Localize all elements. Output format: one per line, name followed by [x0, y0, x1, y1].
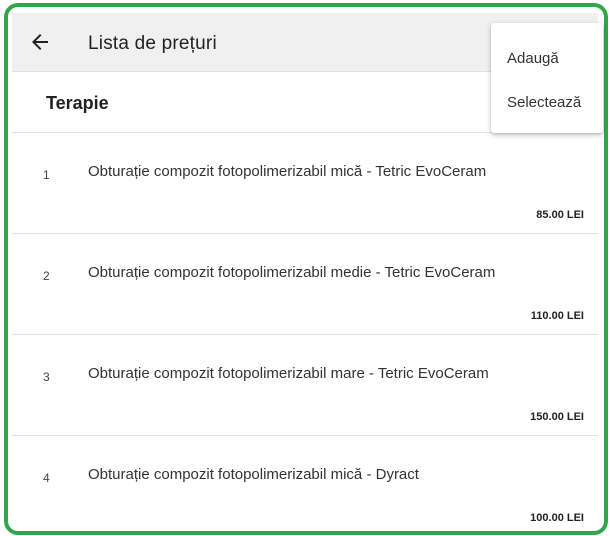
arrow-left-icon [32, 34, 48, 50]
item-price: 110.00 LEI [530, 310, 584, 322]
list-item[interactable]: 3 Obturație compozit fotopolimerizabil m… [12, 334, 598, 435]
item-price: 85.00 LEI [536, 209, 584, 221]
overflow-menu: Adaugă Selectează [491, 23, 603, 133]
item-number: 3 [43, 370, 50, 384]
item-number: 2 [43, 269, 50, 283]
back-button[interactable] [28, 30, 52, 54]
price-list: 1 Obturație compozit fotopolimerizabil m… [12, 132, 598, 536]
section-title: Terapie [46, 93, 109, 113]
menu-item-select[interactable]: Selectează [507, 94, 581, 111]
menu-item-add[interactable]: Adaugă [507, 50, 559, 67]
item-name: Obturație compozit fotopolimerizabil mic… [88, 466, 419, 483]
list-item[interactable]: 1 Obturație compozit fotopolimerizabil m… [12, 132, 598, 233]
list-item[interactable]: 2 Obturație compozit fotopolimerizabil m… [12, 233, 598, 334]
item-number: 1 [43, 168, 50, 182]
item-number: 4 [43, 471, 50, 485]
item-price: 150.00 LEI [530, 411, 584, 423]
item-name: Obturație compozit fotopolimerizabil mar… [88, 365, 489, 382]
list-item[interactable]: 4 Obturație compozit fotopolimerizabil m… [12, 435, 598, 536]
item-name: Obturație compozit fotopolimerizabil mic… [88, 163, 487, 180]
item-price: 100.00 LEI [530, 512, 584, 524]
item-name: Obturație compozit fotopolimerizabil med… [88, 264, 496, 281]
page-title: Lista de prețuri [88, 33, 217, 54]
